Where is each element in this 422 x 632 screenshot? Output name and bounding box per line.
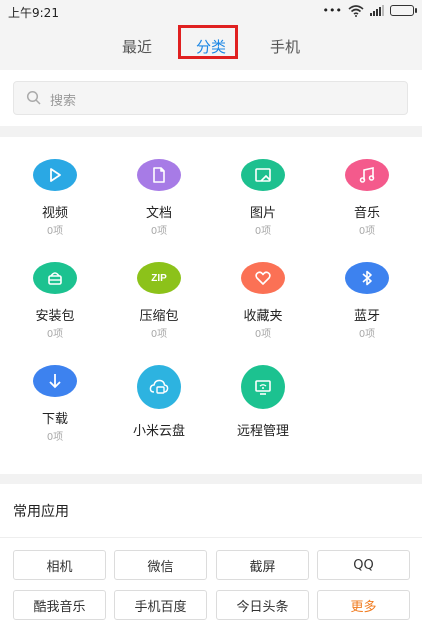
- category-apk[interactable]: 安装包 0项: [3, 240, 107, 340]
- image-icon: [241, 159, 285, 191]
- app-button-qq[interactable]: QQ: [317, 550, 410, 580]
- app-button-toutiao[interactable]: 今日头条: [216, 590, 309, 620]
- app-button-kuwo-music[interactable]: 酷我音乐: [13, 590, 106, 620]
- category-count: 0项: [358, 226, 376, 237]
- search-placeholder: 搜索: [50, 94, 77, 109]
- download-icon: [33, 365, 77, 397]
- play-icon: [33, 159, 77, 191]
- category-count: 0项: [358, 329, 376, 340]
- category-video[interactable]: 视频 0项: [3, 137, 107, 237]
- category-document[interactable]: 文档 0项: [107, 137, 211, 237]
- cloud-icon: [137, 365, 181, 409]
- app-button-camera[interactable]: 相机: [13, 550, 106, 580]
- category-label: 小米云盘: [132, 424, 185, 439]
- highlight-box: [178, 25, 238, 59]
- zip-icon: ZIP: [137, 262, 181, 294]
- category-label: 下载: [41, 412, 68, 427]
- category-label: 图片: [249, 206, 276, 221]
- category-count: 0项: [46, 329, 64, 340]
- category-cloud[interactable]: 小米云盘: [107, 343, 211, 443]
- category-count: 0项: [150, 329, 168, 340]
- remote-icon: [241, 365, 285, 409]
- heart-icon: [241, 262, 285, 294]
- tab-phone[interactable]: 手机: [270, 36, 300, 57]
- category-label: 蓝牙: [353, 309, 380, 324]
- search-icon: [26, 90, 41, 105]
- category-count: 0项: [150, 226, 168, 237]
- document-icon: [137, 159, 181, 191]
- music-icon: [345, 159, 389, 191]
- search-input[interactable]: 搜索: [13, 81, 408, 115]
- category-count: 0项: [254, 226, 272, 237]
- signal-dots: •••: [322, 4, 342, 17]
- tab-recent[interactable]: 最近: [122, 36, 152, 57]
- category-count: 0项: [46, 432, 64, 443]
- category-favorites[interactable]: 收藏夹 0项: [211, 240, 315, 340]
- category-zip[interactable]: ZIP 压缩包 0项: [107, 240, 211, 340]
- status-bar: 上午9:21 •••: [0, 0, 422, 22]
- status-icons: •••: [322, 4, 417, 17]
- bluetooth-icon: [345, 262, 389, 294]
- category-grid: 视频 0项 文档 0项 图片 0项 音乐 0项 安装包 0项 ZIP 压缩包 0…: [0, 137, 422, 474]
- common-apps-section: 常用应用 相机 微信 截屏 QQ 酷我音乐 手机百度 今日头条 更多: [0, 484, 422, 632]
- category-label: 视频: [41, 206, 68, 221]
- app-button-wechat[interactable]: 微信: [114, 550, 207, 580]
- divider: [0, 537, 422, 538]
- category-label: 文档: [145, 206, 172, 221]
- category-remote[interactable]: 远程管理: [211, 343, 315, 443]
- wifi-icon: [348, 4, 364, 17]
- category-download[interactable]: 下载 0项: [3, 343, 107, 443]
- battery-icon: [390, 5, 417, 16]
- zip-icon-text: ZIP: [151, 272, 167, 284]
- category-label: 远程管理: [236, 424, 289, 439]
- category-music[interactable]: 音乐 0项: [315, 137, 419, 237]
- common-apps-title: 常用应用: [13, 504, 69, 520]
- category-bluetooth[interactable]: 蓝牙 0项: [315, 240, 419, 340]
- more-button[interactable]: 更多: [317, 590, 410, 620]
- category-count: 0项: [254, 329, 272, 340]
- category-count: 0项: [46, 226, 64, 237]
- category-label: 音乐: [353, 206, 380, 221]
- status-time: 上午9:21: [8, 6, 59, 20]
- category-label: 安装包: [35, 309, 75, 324]
- app-button-baidu[interactable]: 手机百度: [114, 590, 207, 620]
- app-button-screenshot[interactable]: 截屏: [216, 550, 309, 580]
- android-icon: [33, 262, 77, 294]
- category-image[interactable]: 图片 0项: [211, 137, 315, 237]
- category-label: 压缩包: [139, 309, 179, 324]
- cell-signal-icon: [370, 5, 384, 16]
- category-label: 收藏夹: [243, 309, 283, 324]
- search-section: 搜索: [0, 70, 422, 126]
